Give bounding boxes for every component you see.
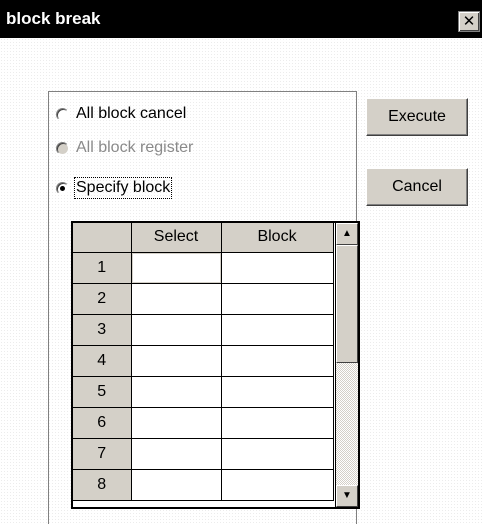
radio-label: All block cancel: [76, 105, 187, 122]
select-cell[interactable]: [131, 376, 222, 408]
radio-specify-block[interactable]: Specify block: [56, 175, 173, 201]
row-header[interactable]: 1: [73, 252, 132, 284]
block-table[interactable]: Select Block 1 2 3 4 5 6 7 8 ▲ ▼: [71, 221, 360, 509]
select-cell[interactable]: [131, 469, 222, 501]
scroll-down-button[interactable]: ▼: [336, 485, 358, 507]
arrow-up-icon: ▲: [342, 228, 352, 239]
execute-button[interactable]: Execute: [366, 98, 468, 136]
block-cell[interactable]: [221, 469, 334, 501]
select-cell[interactable]: [131, 345, 222, 377]
row-header[interactable]: 4: [73, 345, 132, 377]
radio-label: Specify block: [73, 177, 173, 199]
window-title: block break: [6, 9, 101, 28]
column-header-select[interactable]: Select: [131, 223, 222, 253]
block-cell[interactable]: [221, 283, 334, 315]
select-cell[interactable]: [131, 438, 222, 470]
cancel-button[interactable]: Cancel: [366, 168, 468, 206]
column-header-block[interactable]: Block: [221, 223, 334, 253]
vertical-scrollbar[interactable]: ▲ ▼: [335, 223, 358, 507]
radio-all-block-cancel[interactable]: All block cancel: [56, 101, 186, 127]
block-cell[interactable]: [221, 376, 334, 408]
arrow-down-icon: ▼: [342, 490, 352, 501]
block-grid: Select Block 1 2 3 4 5 6 7 8: [73, 223, 334, 501]
block-cell[interactable]: [221, 345, 334, 377]
corner-header[interactable]: [73, 223, 132, 253]
select-cell[interactable]: [131, 283, 222, 315]
select-cell[interactable]: [131, 407, 222, 439]
table-row: 4: [73, 345, 334, 377]
radio-all-block-register: All block register: [56, 135, 193, 161]
scroll-thumb[interactable]: [336, 245, 358, 363]
title-bar[interactable]: block break ✕: [0, 0, 482, 38]
radio-selected-icon: [56, 181, 69, 195]
close-button[interactable]: ✕: [458, 11, 480, 32]
table-header-row: Select Block: [73, 223, 334, 253]
table-row: 1: [73, 252, 334, 284]
block-cell[interactable]: [221, 407, 334, 439]
row-header[interactable]: 3: [73, 314, 132, 346]
radio-label: All block register: [76, 139, 194, 156]
dialog-body: All block cancel All block register Spec…: [0, 38, 482, 524]
table-row: 5: [73, 376, 334, 408]
row-header[interactable]: 2: [73, 283, 132, 315]
block-cell[interactable]: [221, 252, 334, 284]
row-header[interactable]: 6: [73, 407, 132, 439]
close-icon: ✕: [462, 12, 476, 30]
block-cell[interactable]: [221, 438, 334, 470]
radio-icon: [56, 141, 69, 155]
select-cell[interactable]: [131, 252, 222, 284]
block-cell[interactable]: [221, 314, 334, 346]
table-row: 7: [73, 438, 334, 470]
radio-icon: [56, 107, 69, 121]
table-row: 6: [73, 407, 334, 439]
table-row: 8: [73, 469, 334, 501]
table-row: 2: [73, 283, 334, 315]
scroll-up-button[interactable]: ▲: [336, 223, 358, 245]
row-header[interactable]: 8: [73, 469, 132, 501]
row-header[interactable]: 7: [73, 438, 132, 470]
select-cell[interactable]: [131, 314, 222, 346]
table-row: 3: [73, 314, 334, 346]
row-header[interactable]: 5: [73, 376, 132, 408]
